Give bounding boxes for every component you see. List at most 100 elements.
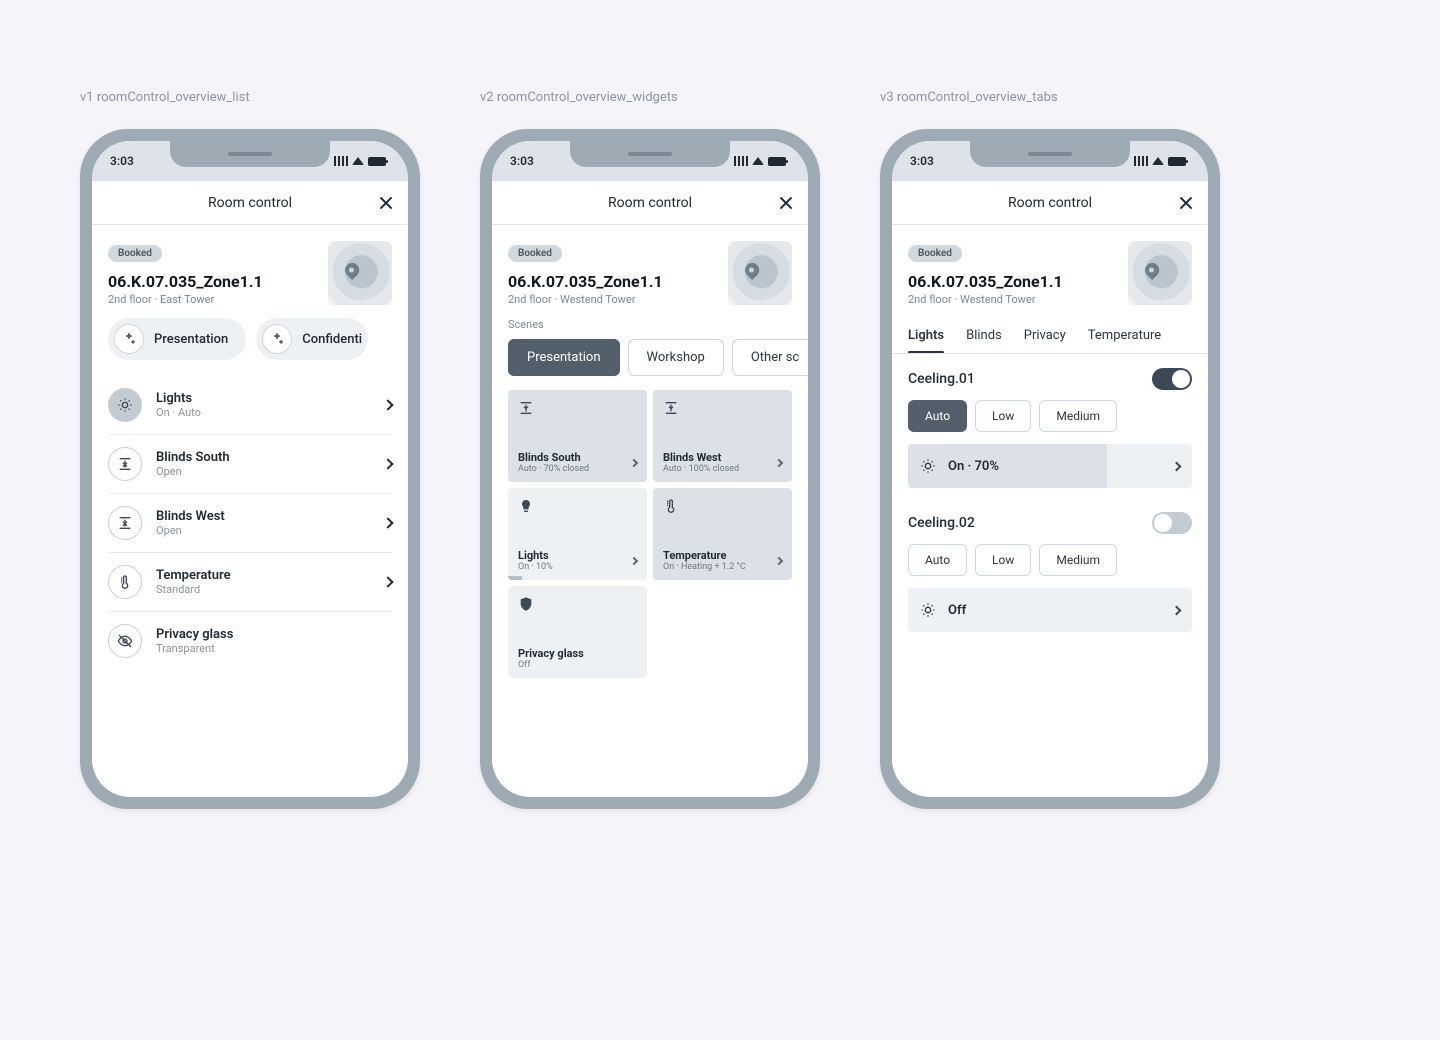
status-badge: Booked	[908, 245, 962, 262]
status-time: 3:03	[510, 154, 534, 168]
page-title: Room control	[208, 195, 292, 211]
list-item-title: Blinds West	[156, 509, 370, 524]
seg-medium[interactable]: Medium	[1039, 400, 1117, 432]
list-item-title: Temperature	[156, 568, 370, 583]
map-thumbnail[interactable]	[1128, 241, 1192, 305]
shield-icon	[518, 596, 639, 612]
battery-icon	[768, 157, 786, 166]
thermometer-icon	[663, 498, 784, 514]
chevron-right-icon	[630, 458, 638, 466]
widget-subtitle: Auto · 100% closed	[663, 464, 739, 474]
scene-chip-confidential[interactable]: Confidenti	[256, 318, 368, 360]
widget-temperature[interactable]: Temperature On · Heating + 1.2 °C	[653, 488, 792, 580]
widget-blinds-west[interactable]: Blinds West Auto · 100% closed	[653, 390, 792, 482]
widget-title: Temperature	[663, 549, 746, 562]
variant-label-v2: v2 roomControl_overview_widgets	[480, 90, 820, 105]
seg-low[interactable]: Low	[975, 400, 1031, 432]
list-item-subtitle: Transparent	[156, 642, 392, 655]
signal-icon	[1134, 156, 1148, 166]
list-item-subtitle: Standard	[156, 583, 370, 596]
tab-lights[interactable]: Lights	[908, 318, 944, 353]
variant-label-v3: v3 roomControl_overview_tabs	[880, 90, 1220, 105]
widget-blinds-south[interactable]: Blinds South Auto · 70% closed	[508, 390, 647, 482]
chevron-right-icon	[775, 556, 783, 564]
widget-subtitle: Auto · 70% closed	[518, 464, 589, 474]
seg-medium[interactable]: Medium	[1039, 544, 1117, 576]
status-icons	[734, 156, 786, 166]
app-header: Room control	[492, 181, 808, 225]
seg-low[interactable]: Low	[975, 544, 1031, 576]
list-item-privacy-glass[interactable]: Privacy glass Transparent	[108, 612, 392, 670]
tab-blinds[interactable]: Blinds	[966, 318, 1002, 353]
section-label-scenes: Scenes	[492, 318, 808, 339]
eye-off-icon	[108, 624, 142, 658]
phone-notch	[970, 141, 1130, 167]
tab-privacy[interactable]: Privacy	[1024, 318, 1066, 353]
sun-icon	[108, 388, 142, 422]
blinds-icon	[108, 447, 142, 481]
blinds-icon	[108, 506, 142, 540]
tab-temperature[interactable]: Temperature	[1088, 318, 1161, 353]
scene-chip-presentation[interactable]: Presentation	[108, 318, 246, 360]
wifi-icon	[752, 157, 764, 165]
room-subtitle: 2nd floor · Westend Tower	[908, 293, 1116, 306]
status-badge: Booked	[108, 245, 162, 262]
map-pin-icon	[342, 260, 362, 280]
app-header: Room control	[92, 181, 408, 225]
wifi-icon	[1152, 157, 1164, 165]
seg-auto[interactable]: Auto	[908, 544, 967, 576]
battery-icon	[368, 157, 386, 166]
light-status-row[interactable]: Off	[908, 588, 1192, 632]
map-pin-icon	[1142, 260, 1162, 280]
close-icon[interactable]	[378, 195, 394, 211]
app-header: Room control	[892, 181, 1208, 225]
scene-tab-workshop[interactable]: Workshop	[628, 339, 724, 376]
widget-title: Blinds West	[663, 451, 739, 464]
room-name: 06.K.07.035_Zone1.1	[108, 272, 316, 291]
sparkle-icon	[262, 324, 292, 354]
status-time: 3:03	[910, 154, 934, 168]
list-item-blinds-west[interactable]: Blinds West Open	[108, 494, 392, 553]
close-icon[interactable]	[778, 195, 794, 211]
page-title: Room control	[1008, 195, 1092, 211]
room-subtitle: 2nd floor · Westend Tower	[508, 293, 716, 306]
sun-icon	[920, 602, 936, 618]
scene-tab-presentation[interactable]: Presentation	[508, 339, 620, 376]
chevron-right-icon	[382, 517, 393, 528]
room-name: 06.K.07.035_Zone1.1	[908, 272, 1116, 291]
light-status-row[interactable]: On · 70%	[908, 444, 1192, 488]
signal-icon	[734, 156, 748, 166]
toggle-ceiling-01[interactable]	[1152, 368, 1192, 390]
thermometer-icon	[108, 565, 142, 599]
widget-title: Lights	[518, 549, 553, 562]
widget-subtitle: On · 10%	[518, 562, 553, 572]
widget-lights[interactable]: Lights On · 10%	[508, 488, 647, 580]
list-item-blinds-south[interactable]: Blinds South Open	[108, 435, 392, 494]
room-subtitle: 2nd floor · East Tower	[108, 293, 316, 306]
battery-icon	[1168, 157, 1186, 166]
sparkle-icon	[114, 324, 144, 354]
chevron-right-icon	[1172, 605, 1182, 615]
close-icon[interactable]	[1178, 195, 1194, 211]
widget-privacy-glass[interactable]: Privacy glass Off	[508, 586, 647, 678]
list-item-subtitle: Open	[156, 524, 370, 537]
map-thumbnail[interactable]	[728, 241, 792, 305]
scene-tab-other[interactable]: Other sc	[732, 339, 808, 376]
status-time: 3:03	[110, 154, 134, 168]
list-item-title: Privacy glass	[156, 627, 392, 642]
phone-notch	[570, 141, 730, 167]
list-item-subtitle: Open	[156, 465, 370, 478]
status-icons	[1134, 156, 1186, 166]
seg-auto[interactable]: Auto	[908, 400, 967, 432]
chevron-right-icon	[630, 556, 638, 564]
wifi-icon	[352, 157, 364, 165]
list-item-lights[interactable]: Lights On · Auto	[108, 376, 392, 435]
scene-chip-label: Confidenti	[302, 332, 362, 347]
list-item-temperature[interactable]: Temperature Standard	[108, 553, 392, 612]
toggle-ceiling-02[interactable]	[1152, 512, 1192, 534]
chevron-right-icon	[1172, 461, 1182, 471]
map-thumbnail[interactable]	[328, 241, 392, 305]
widget-title: Privacy glass	[518, 647, 584, 660]
signal-icon	[334, 156, 348, 166]
variant-label-v1: v1 roomControl_overview_list	[80, 90, 420, 105]
